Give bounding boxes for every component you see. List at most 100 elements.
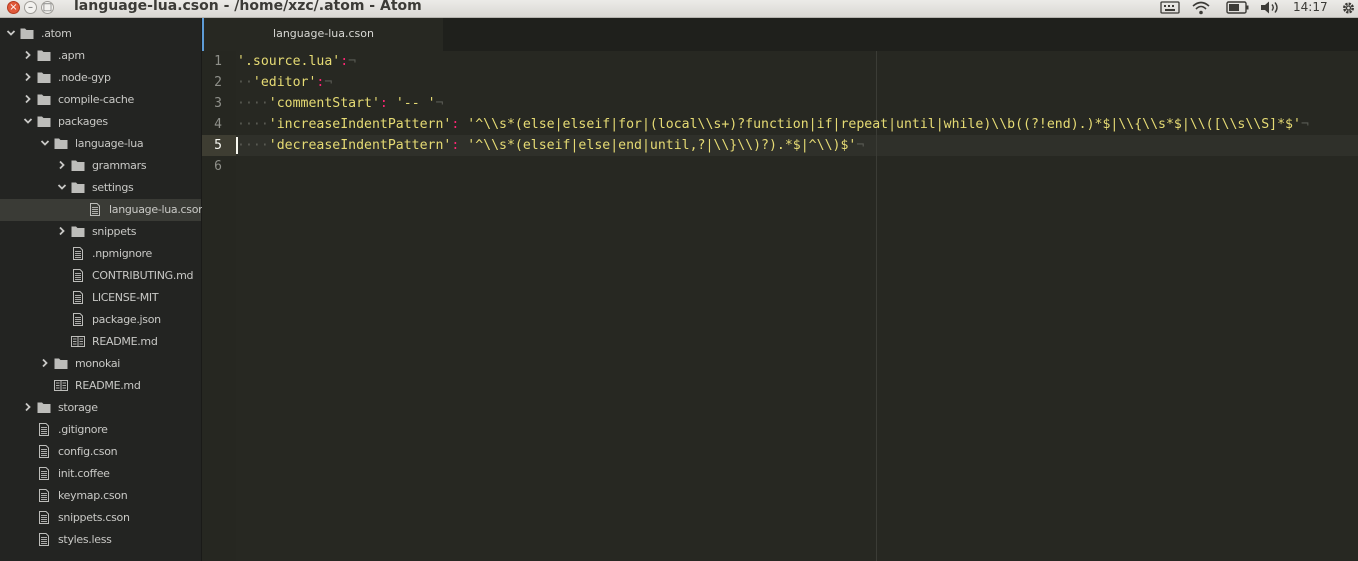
tree-file[interactable]: README.md — [0, 331, 201, 353]
tree-item-label: .atom — [41, 27, 72, 40]
close-icon: × — [9, 2, 18, 13]
tree-folder[interactable]: monokai — [0, 353, 201, 375]
file-text-icon — [37, 423, 51, 436]
tree-file[interactable]: language-lua.cson — [0, 199, 205, 221]
maximize-window-button[interactable]: □ — [41, 1, 54, 14]
tree-file[interactable]: init.coffee — [0, 463, 201, 485]
invisible-char: ¬ — [435, 96, 444, 111]
tree-file[interactable]: package.json — [0, 309, 201, 331]
chevron-down-icon[interactable] — [6, 28, 16, 38]
line-number[interactable]: 1 — [202, 51, 222, 72]
line-number[interactable]: 3 — [202, 93, 222, 114]
tree-file[interactable]: .gitignore — [0, 419, 201, 441]
minimize-icon: – — [28, 2, 33, 13]
string-token: 'editor' — [252, 75, 317, 90]
file-text-icon — [71, 291, 85, 304]
tree-folder[interactable]: .atom — [0, 23, 201, 45]
tree-view[interactable]: .atom .apm .node-gyp compile-cache packages l… — [0, 18, 205, 561]
gear-icon[interactable] — [1340, 0, 1357, 17]
chevron-right-icon[interactable] — [23, 50, 33, 60]
window-title: language-lua.cson - /home/xzc/.atom - At… — [74, 0, 422, 14]
wifi-icon[interactable] — [1191, 0, 1211, 17]
code-editor[interactable]: '.source.lua':¬ ··'editor':¬ ····'commentS… — [236, 51, 1358, 561]
folder-icon — [37, 401, 51, 414]
tree-folder[interactable]: snippets — [0, 221, 201, 243]
tree-file[interactable]: CONTRIBUTING.md — [0, 265, 201, 287]
string-token: '-- ' — [387, 96, 436, 111]
code-line[interactable]: ····'increaseIndentPattern': '^\\s*(else… — [237, 114, 1309, 135]
tab-bar: language-lua.cson — [202, 18, 1358, 51]
code-line[interactable]: '.source.lua':¬ — [237, 51, 356, 72]
chevron-right-icon[interactable] — [23, 72, 33, 82]
volume-icon[interactable] — [1259, 0, 1281, 17]
folder-icon — [37, 115, 51, 128]
battery-icon[interactable] — [1226, 0, 1250, 17]
tree-file[interactable]: README.md — [0, 375, 201, 397]
tab-language-lua-cson[interactable]: language-lua.cson — [202, 18, 443, 51]
line-number[interactable]: 5 — [202, 135, 222, 156]
folder-icon — [71, 159, 85, 172]
minimize-window-button[interactable]: – — [24, 1, 37, 14]
chevron-right-icon[interactable] — [40, 358, 50, 368]
tree-file[interactable]: snippets.cson — [0, 507, 201, 529]
file-text-icon — [71, 247, 85, 260]
tree-folder[interactable]: language-lua — [0, 133, 201, 155]
tree-folder[interactable]: .apm — [0, 45, 201, 67]
tree-folder[interactable]: settings — [0, 177, 201, 199]
tree-folder[interactable]: storage — [0, 397, 201, 419]
chevron-right-icon[interactable] — [57, 160, 67, 170]
tree-folder[interactable]: grammars — [0, 155, 201, 177]
folder-icon — [37, 49, 51, 62]
tree-folder[interactable]: compile-cache — [0, 89, 201, 111]
line-number[interactable]: 6 — [202, 156, 222, 177]
file-text-icon — [37, 467, 51, 480]
tree-item-label: grammars — [92, 159, 147, 172]
keyboard-icon[interactable] — [1160, 0, 1180, 17]
clock[interactable]: 14:17 — [1293, 0, 1328, 17]
code-line[interactable]: ····'commentStart': '-- '¬ — [237, 93, 443, 114]
tree-item-label: CONTRIBUTING.md — [92, 269, 194, 282]
chevron-down-icon[interactable] — [40, 138, 50, 148]
invisible-char: ¬ — [348, 54, 357, 69]
folder-icon — [54, 357, 68, 370]
tree-item-label: snippets — [92, 225, 137, 238]
tree-folder[interactable]: .node-gyp — [0, 67, 201, 89]
tree-file[interactable]: .npmignore — [0, 243, 201, 265]
tree-item-label: keymap.cson — [58, 489, 128, 502]
tree-item-label: snippets.cson — [58, 511, 130, 524]
tree-item-label: .npmignore — [92, 247, 152, 260]
line-number-gutter[interactable]: 123456 — [202, 51, 236, 561]
invisible-char: ···· — [237, 138, 269, 153]
tree-item-label: packages — [58, 115, 108, 128]
tree-file[interactable]: styles.less — [0, 529, 201, 551]
code-line[interactable]: ····'decreaseIndentPattern': '^\\s*(else… — [237, 135, 864, 156]
tree-folder[interactable]: packages — [0, 111, 201, 133]
string-token: '^\\s*(else|elseif|for|(local\\s+)?funct… — [459, 117, 1301, 132]
chevron-right-icon[interactable] — [57, 226, 67, 236]
chevron-right-icon[interactable] — [23, 94, 33, 104]
chevron-down-icon[interactable] — [57, 182, 67, 192]
close-window-button[interactable]: × — [7, 1, 20, 14]
tree-file[interactable]: config.cson — [0, 441, 201, 463]
tree-item-label: language-lua — [75, 137, 144, 150]
tree-file[interactable]: keymap.cson — [0, 485, 201, 507]
chevron-right-icon[interactable] — [23, 402, 33, 412]
tree-item-label: config.cson — [58, 445, 118, 458]
tree-item-label: .gitignore — [58, 423, 108, 436]
punctuation-token: : — [379, 96, 388, 111]
file-text-icon — [37, 445, 51, 458]
tree-item-label: language-lua.cson — [109, 203, 205, 216]
code-line[interactable]: ··'editor':¬ — [237, 72, 332, 93]
file-text-icon — [37, 489, 51, 502]
window-titlebar: × – □ language-lua.cson - /home/xzc/.ato… — [0, 0, 1358, 18]
folder-icon — [71, 225, 85, 238]
string-token: '^\\s*(elseif|else|end|until,?|\\}\\)?).… — [459, 138, 857, 153]
tree-file[interactable]: LICENSE-MIT — [0, 287, 201, 309]
file-text-icon — [37, 511, 51, 524]
folder-icon — [37, 71, 51, 84]
chevron-down-icon[interactable] — [23, 116, 33, 126]
tree-item-label: monokai — [75, 357, 121, 370]
tree-item-label: settings — [92, 181, 134, 194]
line-number[interactable]: 4 — [202, 114, 222, 135]
line-number[interactable]: 2 — [202, 72, 222, 93]
